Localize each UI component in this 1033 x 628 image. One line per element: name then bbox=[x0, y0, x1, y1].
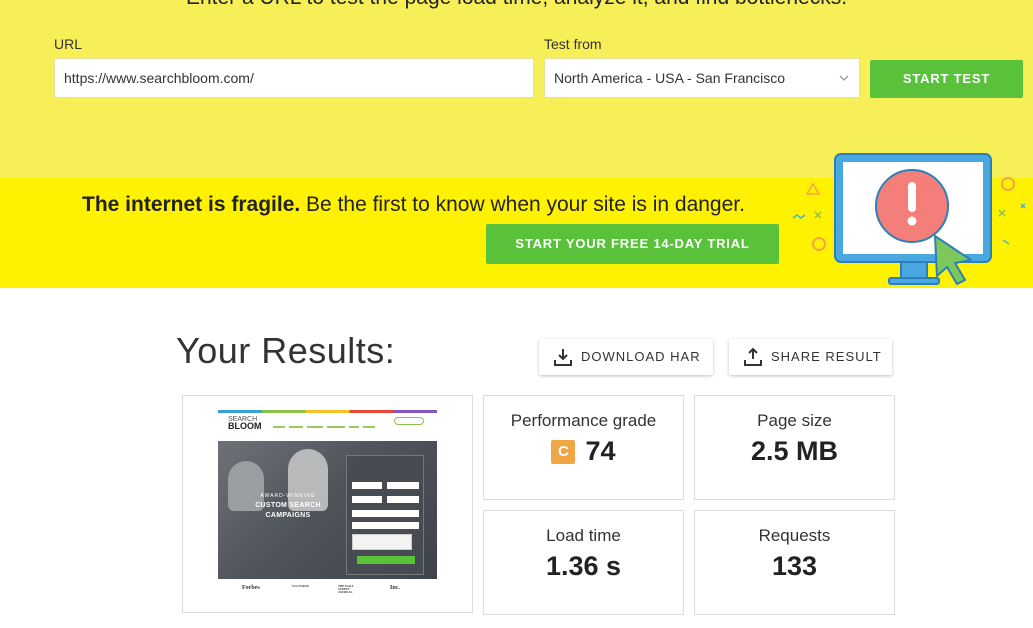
screenshot-logo-bottom: BLOOM bbox=[228, 421, 262, 431]
screenshot-color-bar bbox=[218, 410, 437, 413]
download-har-label: DOWNLOAD HAR bbox=[581, 349, 701, 364]
monitor-alert-illustration bbox=[792, 153, 1026, 285]
performance-grade-value: C 74 bbox=[484, 436, 683, 467]
press-logo: Forbes bbox=[242, 585, 260, 591]
download-icon bbox=[554, 349, 572, 366]
share-result-button[interactable]: SHARE RESULT bbox=[729, 339, 892, 375]
start-trial-button[interactable]: START YOUR FREE 14-DAY TRIAL bbox=[486, 224, 779, 264]
screenshot-field bbox=[352, 522, 419, 529]
press-logo: USA TODAY bbox=[292, 584, 310, 588]
screenshot-field bbox=[352, 482, 382, 489]
screenshot-hero-line3: CAMPAIGNS bbox=[265, 512, 311, 519]
performance-grade-label: Performance grade bbox=[510, 411, 657, 430]
banner-message: The internet is fragile. Be the first to… bbox=[82, 193, 745, 217]
chevron-down-icon bbox=[839, 59, 849, 112]
requests-card: Requests 133 bbox=[694, 510, 895, 615]
share-icon bbox=[744, 347, 762, 366]
press-logo: Inc. bbox=[390, 585, 400, 591]
banner-text: Be the first to know when your site is i… bbox=[300, 193, 745, 216]
grade-badge: C bbox=[551, 440, 576, 464]
test-from-label: Test from bbox=[544, 36, 602, 52]
grade-score: 74 bbox=[585, 436, 616, 466]
load-time-card: Load time 1.36 s bbox=[483, 510, 684, 615]
screenshot-page: SEARCH BLOOM AWARD-WINNING CUSTOM SEARCH… bbox=[218, 410, 437, 600]
screenshot-field bbox=[352, 510, 419, 517]
test-location-value: North America - USA - San Francisco bbox=[554, 70, 786, 86]
screenshot-field bbox=[352, 496, 382, 503]
performance-grade-card: Performance grade C 74 bbox=[483, 395, 684, 500]
load-time-label: Load time bbox=[546, 526, 621, 545]
requests-label: Requests bbox=[758, 526, 831, 545]
results-title: Your Results: bbox=[176, 330, 396, 371]
screenshot-press-logos: Forbes USA TODAY THE WALL STREET JOURNAL… bbox=[218, 582, 437, 596]
screenshot-field bbox=[387, 496, 419, 503]
site-screenshot-thumbnail[interactable]: SEARCH BLOOM AWARD-WINNING CUSTOM SEARCH… bbox=[182, 395, 473, 613]
press-logo: THE WALL STREET JOURNAL bbox=[338, 584, 354, 594]
screenshot-captcha bbox=[352, 534, 412, 550]
page-size-value: 2.5 MB bbox=[750, 436, 839, 466]
screenshot-hero: AWARD-WINNING CUSTOM SEARCH CAMPAIGNS bbox=[218, 441, 437, 579]
screenshot-submit bbox=[357, 556, 415, 564]
screenshot-contact-pill bbox=[394, 417, 424, 425]
banner-bold-text: The internet is fragile. bbox=[82, 193, 301, 216]
requests-value: 133 bbox=[771, 551, 818, 581]
screenshot-field bbox=[387, 482, 419, 489]
screenshot-hero-line1: AWARD-WINNING bbox=[260, 493, 316, 499]
page-subtitle: Enter a URL to test the page load time, … bbox=[0, 0, 1033, 10]
screenshot-hero-line2: CUSTOM SEARCH bbox=[255, 502, 321, 509]
screenshot-hero-text: AWARD-WINNING CUSTOM SEARCH CAMPAIGNS bbox=[238, 491, 338, 521]
start-test-button[interactable]: START TEST bbox=[870, 60, 1023, 98]
screenshot-form bbox=[346, 455, 424, 575]
page-size-card: Page size 2.5 MB bbox=[694, 395, 895, 500]
screenshot-logo: SEARCH BLOOM bbox=[228, 416, 262, 431]
load-time-value: 1.36 s bbox=[545, 551, 622, 581]
share-result-label: SHARE RESULT bbox=[771, 349, 882, 364]
url-input[interactable]: https://www.searchbloom.com/ bbox=[54, 58, 534, 98]
url-label: URL bbox=[54, 36, 83, 52]
download-har-button[interactable]: DOWNLOAD HAR bbox=[539, 339, 713, 375]
screenshot-nav bbox=[273, 425, 383, 430]
test-location-select[interactable]: North America - USA - San Francisco bbox=[544, 58, 860, 98]
page-size-label: Page size bbox=[757, 411, 832, 430]
